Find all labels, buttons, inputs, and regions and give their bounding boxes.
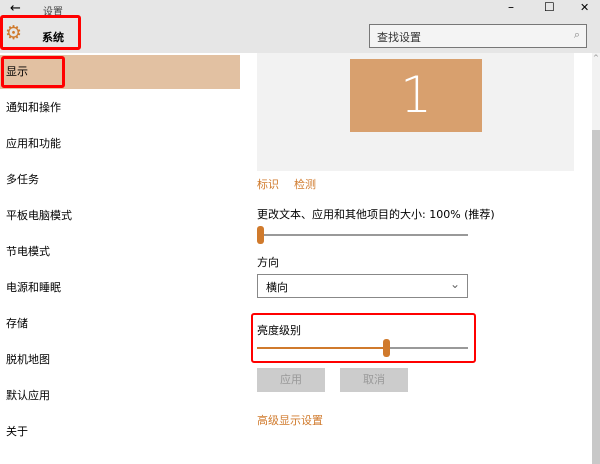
section-title: 系统: [42, 31, 64, 44]
sidebar-item-apps[interactable]: 应用和功能: [0, 127, 240, 161]
brightness-slider[interactable]: [257, 339, 468, 357]
sidebar-item-label: 关于: [6, 425, 28, 438]
gear-icon: ⚙: [5, 22, 23, 44]
sidebar-item-label: 平板电脑模式: [6, 209, 72, 222]
header: ⚙ 系统 查找设置 ⌕: [0, 15, 600, 53]
sidebar-item-power-sleep[interactable]: 电源和睡眠: [0, 271, 240, 305]
sidebar-item-storage[interactable]: 存储: [0, 307, 240, 341]
sidebar-item-multitasking[interactable]: 多任务: [0, 163, 240, 197]
scale-label: 更改文本、应用和其他项目的大小: 100% (推荐): [257, 208, 495, 221]
scroll-up-icon[interactable]: ^: [593, 54, 599, 62]
sidebar-item-label: 存储: [6, 317, 28, 330]
sidebar: 显示 通知和操作 应用和功能 多任务 平板电脑模式 节电模式 电源和睡眠 存储 …: [0, 53, 240, 464]
sidebar-item-label: 电源和睡眠: [6, 281, 61, 294]
search-icon[interactable]: ⌕: [574, 28, 580, 42]
cancel-button[interactable]: 取消: [340, 368, 408, 392]
sidebar-item-label: 脱机地图: [6, 353, 50, 366]
sidebar-item-label: 通知和操作: [6, 101, 61, 114]
maximize-button[interactable]: ☐: [544, 0, 555, 14]
orientation-value: 横向: [266, 281, 288, 294]
scrollbar-thumb[interactable]: [592, 130, 600, 464]
sidebar-item-label: 多任务: [6, 173, 39, 186]
slider-thumb[interactable]: [257, 226, 264, 244]
monitor-1[interactable]: 1: [350, 59, 482, 132]
back-icon[interactable]: ←: [10, 1, 21, 16]
brightness-label: 亮度级别: [257, 324, 301, 337]
sidebar-item-label: 应用和功能: [6, 137, 61, 150]
orientation-label: 方向: [257, 256, 279, 269]
display-highlight-box: [1, 56, 65, 88]
search-input[interactable]: 查找设置 ⌕: [369, 24, 587, 48]
chevron-down-icon: ⌄: [449, 277, 460, 291]
sidebar-item-battery-saver[interactable]: 节电模式: [0, 235, 240, 269]
sidebar-item-notifications[interactable]: 通知和操作: [0, 91, 240, 125]
identify-link[interactable]: 标识: [257, 176, 279, 192]
minimize-button[interactable]: –: [508, 0, 514, 14]
sidebar-item-default-apps[interactable]: 默认应用: [0, 379, 240, 413]
sidebar-item-label: 默认应用: [6, 389, 50, 402]
detect-link[interactable]: 检测: [294, 176, 316, 192]
sidebar-item-about[interactable]: 关于: [0, 415, 240, 449]
slider-thumb[interactable]: [382, 339, 390, 357]
slider-fill: [257, 347, 386, 349]
close-button[interactable]: ✕: [580, 1, 589, 14]
scale-slider[interactable]: [257, 226, 468, 244]
orientation-dropdown[interactable]: 横向 ⌄: [257, 274, 468, 298]
scrollbar[interactable]: ^: [592, 53, 600, 464]
search-placeholder: 查找设置: [377, 31, 421, 44]
display-preview: 1: [257, 53, 574, 171]
sidebar-item-label: 节电模式: [6, 245, 50, 258]
title-bar: ← 设置 – ☐ ✕: [0, 0, 600, 20]
apply-button[interactable]: 应用: [257, 368, 325, 392]
slider-track: [257, 234, 468, 236]
advanced-display-settings-link[interactable]: 高级显示设置: [257, 412, 323, 428]
sidebar-item-tablet-mode[interactable]: 平板电脑模式: [0, 199, 240, 233]
sidebar-item-offline-maps[interactable]: 脱机地图: [0, 343, 240, 377]
